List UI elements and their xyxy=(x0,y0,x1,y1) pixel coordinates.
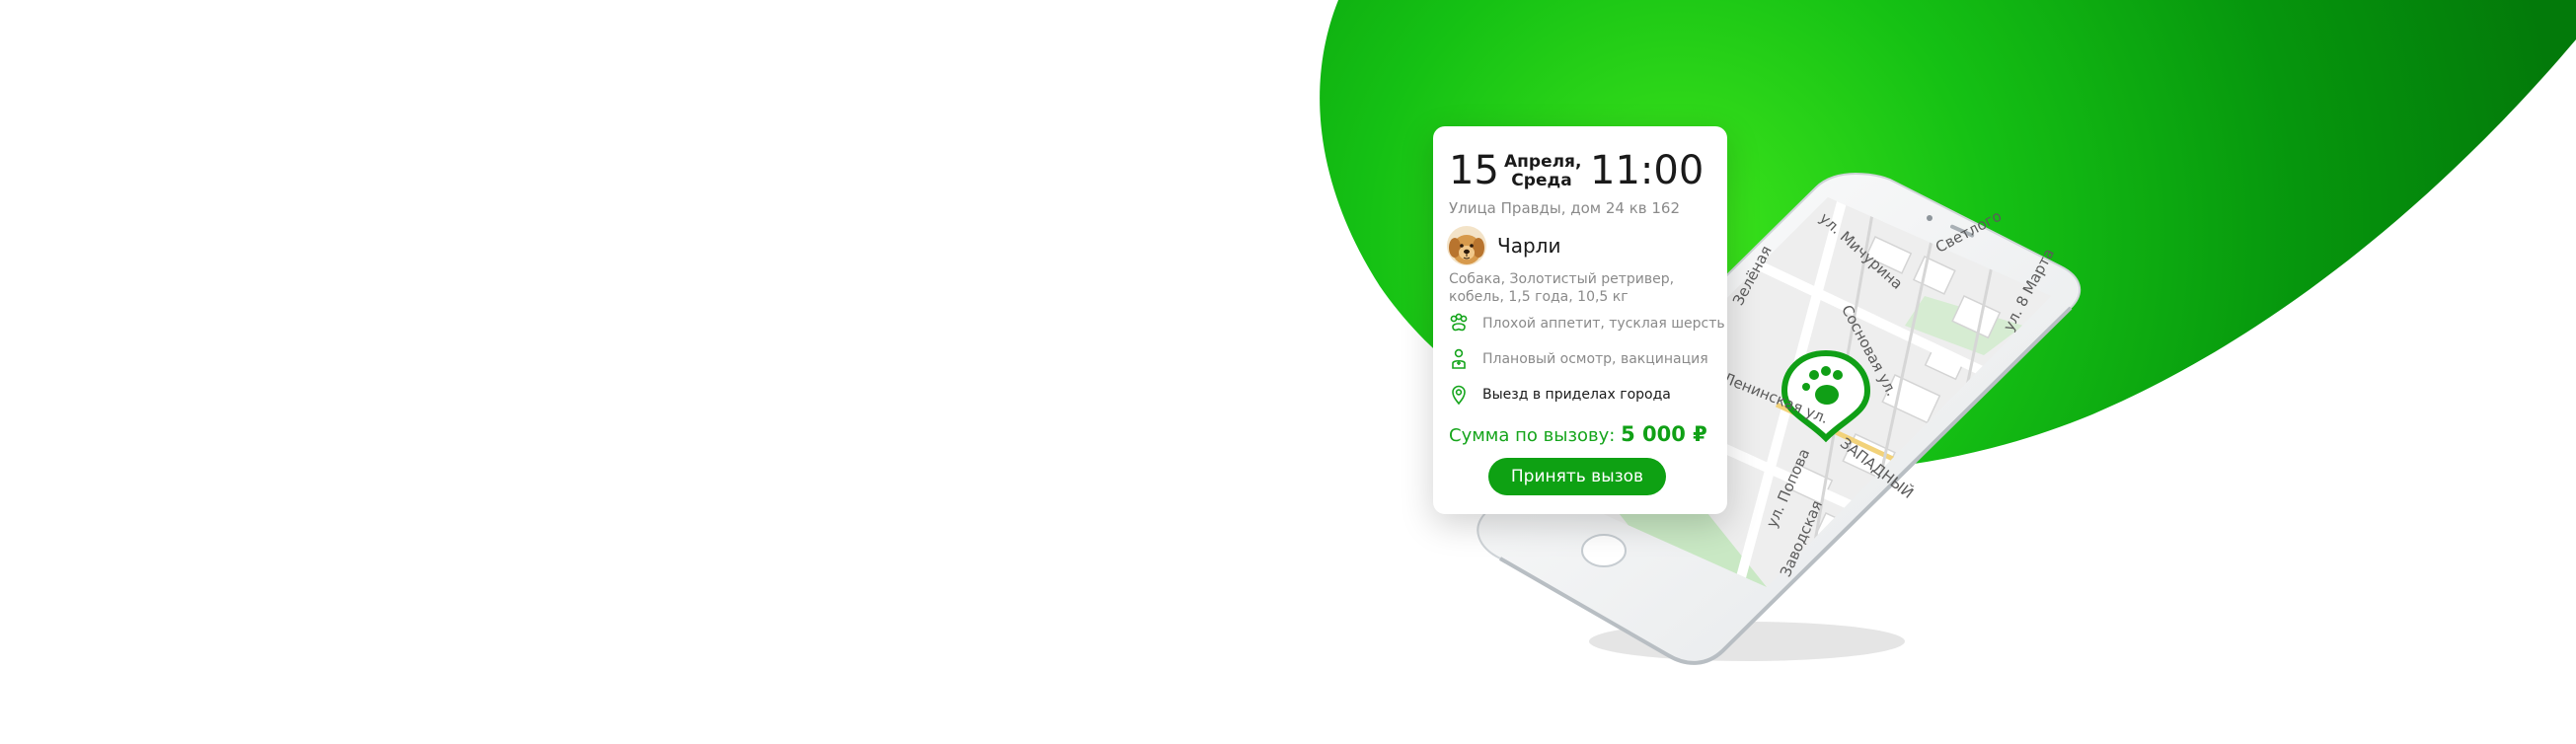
detail-text: Плановый осмотр, вакцинация xyxy=(1482,351,1708,367)
address: Улица Правды, дом 24 кв 162 xyxy=(1449,199,1681,217)
golden-retriever-avatar xyxy=(1447,226,1486,265)
detail-location: Выезд в приделах города xyxy=(1447,383,1719,409)
date-weekday: Среда xyxy=(1511,171,1572,190)
detail-symptoms: Плохой аппетит, тусклая шерсть xyxy=(1447,312,1725,337)
pet-description: Собака, Золотистый ретривер, кобель, 1,5… xyxy=(1449,271,1675,305)
detail-text: Выезд в приделах города xyxy=(1482,387,1671,403)
date-month: Апреля, xyxy=(1504,152,1582,172)
sum-label: Сумма по вызову: xyxy=(1449,425,1616,446)
date-day: 15 xyxy=(1449,148,1499,193)
time: 11:00 xyxy=(1590,148,1705,193)
vet-icon xyxy=(1452,348,1466,369)
call-card: 15 Апреля, Среда 11:00 Улица Правды, дом… xyxy=(1433,126,1727,514)
phone-mockup xyxy=(1477,172,2082,665)
detail-visit-type: Плановый осмотр, вакцинация xyxy=(1447,347,1719,373)
location-pin-icon xyxy=(1452,385,1466,406)
pet-name: Чарли xyxy=(1497,234,1561,258)
call-sum: Сумма по вызову: 5 000 ₽ xyxy=(1449,422,1707,446)
paw-icon xyxy=(1450,313,1468,332)
sum-value: 5 000 ₽ xyxy=(1621,422,1707,446)
detail-text: Плохой аппетит, тусклая шерсть xyxy=(1482,316,1725,332)
accept-call-button[interactable]: Принять вызов xyxy=(1488,458,1666,495)
date-month-weekday: Апреля, Среда xyxy=(1504,152,1582,190)
